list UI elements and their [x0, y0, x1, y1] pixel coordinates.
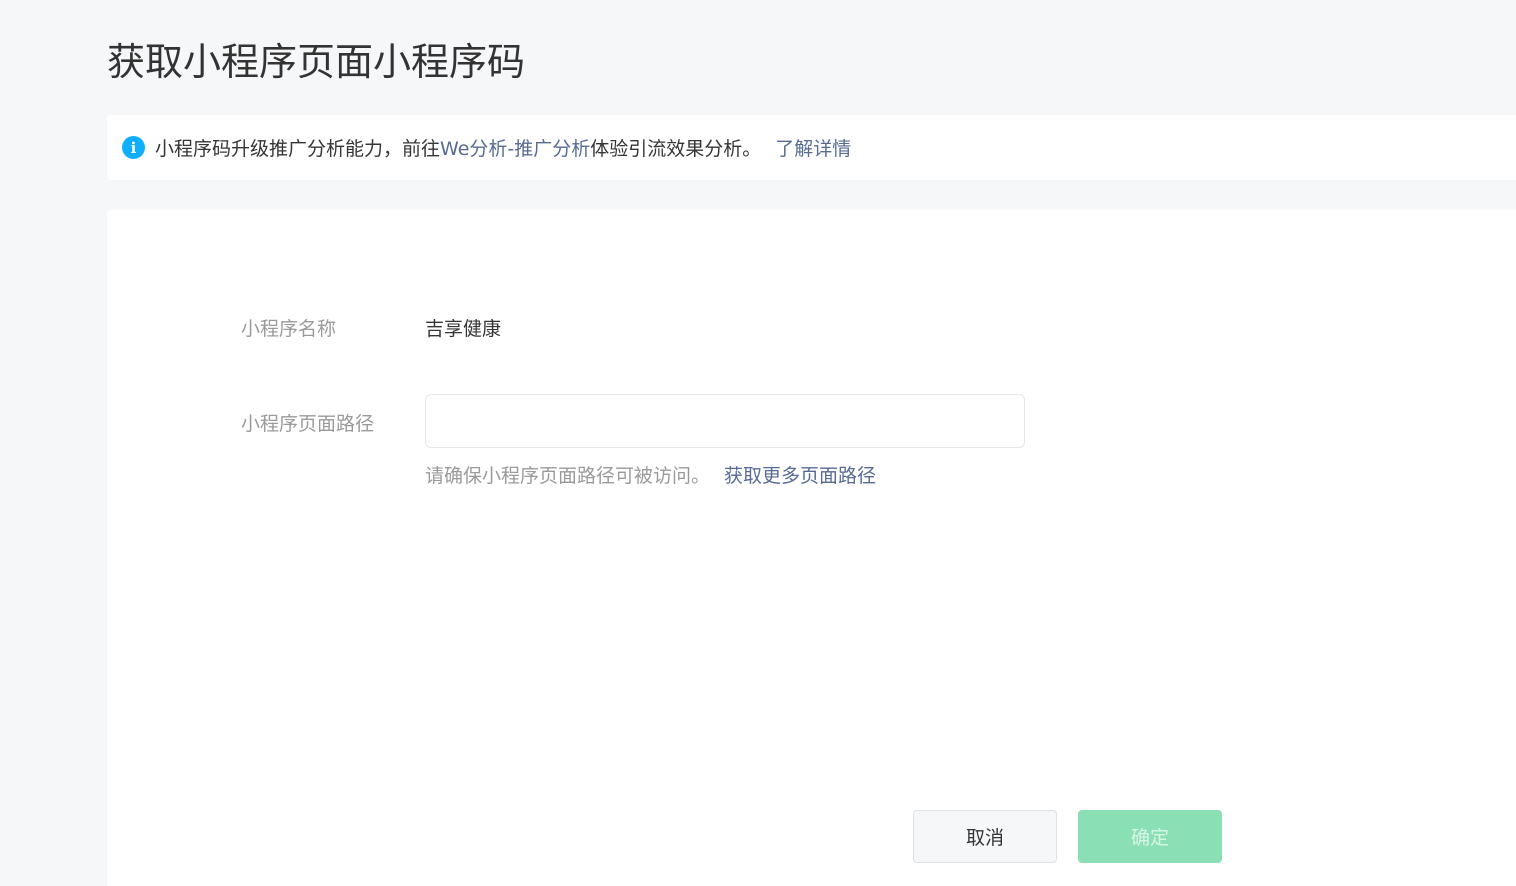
form-panel: 小程序名称 吉享健康 小程序页面路径 请确保小程序页面路径可被访问。 获取更多页面… [107, 210, 1516, 886]
more-paths-link[interactable]: 获取更多页面路径 [724, 465, 876, 487]
notice-text-before: 小程序码升级推广分析能力，前往 [155, 138, 441, 160]
we-analysis-link[interactable]: We分析-推广分析 [440, 134, 590, 161]
page-path-hint: 请确保小程序页面路径可被访问。 获取更多页面路径 [425, 462, 876, 490]
page-path-hint-text: 请确保小程序页面路径可被访问。 [425, 465, 711, 487]
page-path-row: 小程序页面路径 [241, 394, 1025, 448]
confirm-button[interactable]: 确定 [1078, 810, 1222, 863]
page-title: 获取小程序页面小程序码 [107, 40, 526, 84]
page-path-input[interactable] [425, 394, 1025, 448]
notice-banner: i 小程序码升级推广分析能力，前往 We分析-推广分析 体验引流效果分析。 了解详情 [107, 115, 1516, 180]
mini-program-name-row: 小程序名称 吉享健康 [241, 315, 501, 343]
cancel-button[interactable]: 取消 [913, 810, 1057, 863]
learn-more-link[interactable]: 了解详情 [775, 134, 851, 161]
mini-program-name-label: 小程序名称 [241, 318, 337, 340]
info-icon: i [122, 136, 145, 159]
mini-program-name-value: 吉享健康 [425, 318, 502, 340]
page-path-label: 小程序页面路径 [241, 413, 375, 435]
notice-text-after: 体验引流效果分析。 [590, 138, 762, 160]
